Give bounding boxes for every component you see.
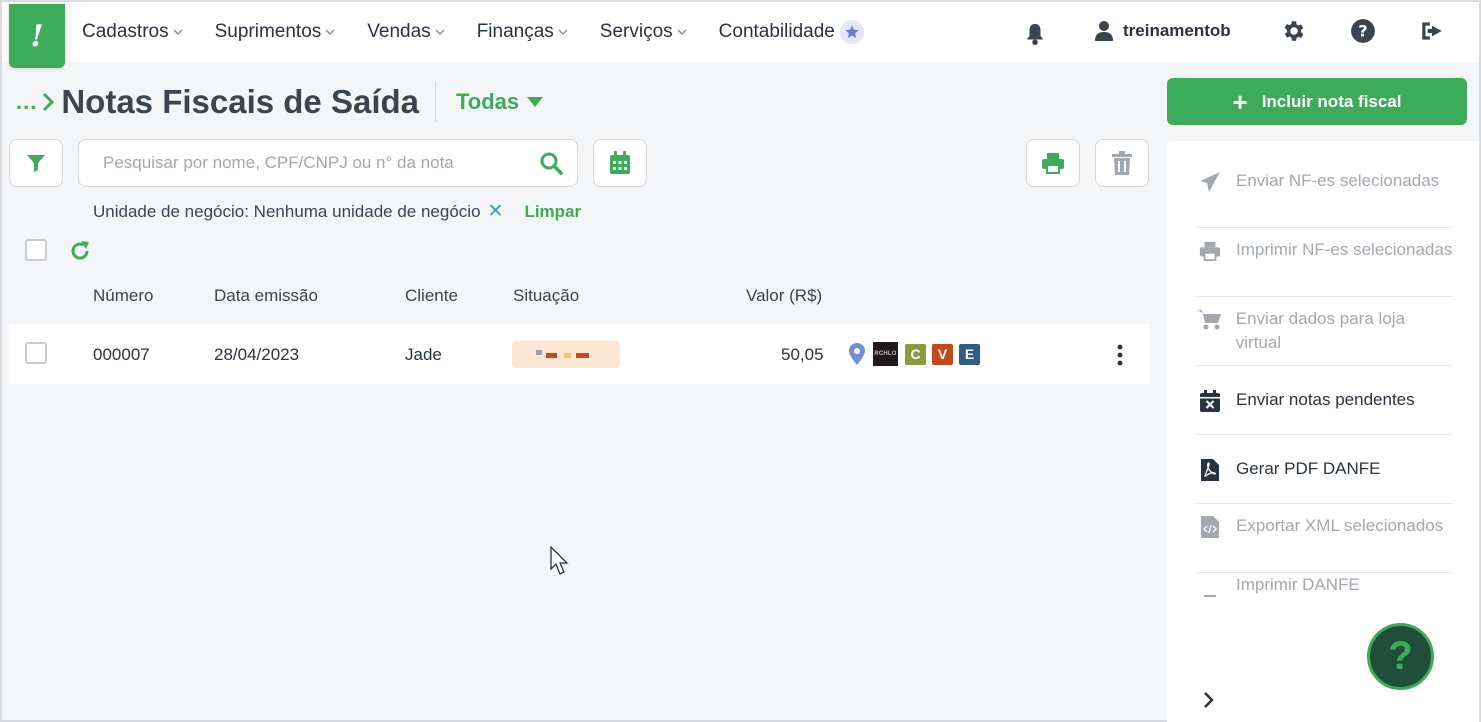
badge-v[interactable]: V: [932, 343, 953, 365]
column-header-situacao[interactable]: Situação: [513, 286, 579, 306]
nav-item-cadastros[interactable]: Cadastros: [82, 21, 183, 43]
mouse-cursor-icon: [550, 546, 569, 575]
nav-item-vendas[interactable]: Vendas: [367, 21, 445, 43]
chevron-down-icon: [435, 29, 445, 35]
cell-data-emissao: 28/04/2023: [214, 345, 300, 364]
chevron-right-icon[interactable]: [1202, 690, 1216, 710]
side-item-enviar-nfes[interactable]: Enviar NF-es selecionadas: [1197, 169, 1453, 193]
svg-text:?: ?: [1358, 21, 1367, 40]
date-filter-button[interactable]: [593, 139, 647, 187]
printer-icon: [1042, 153, 1064, 174]
paper-plane-icon: [1197, 169, 1223, 193]
row-checkbox[interactable]: [25, 342, 47, 364]
side-item-loja-virtual[interactable]: Enviar dados para loja virtual: [1197, 307, 1453, 355]
caret-down-icon: [527, 97, 544, 107]
filter-button[interactable]: [9, 139, 63, 187]
top-bar: ! Cadastros Suprimentos Vendas Finanças …: [2, 2, 1479, 68]
kebab-menu-icon[interactable]: [1117, 344, 1123, 366]
status-badge: [512, 341, 620, 368]
refresh-icon[interactable]: [68, 239, 92, 268]
badge-c[interactable]: C: [905, 343, 926, 365]
business-unit-filter-chip: Unidade de negócio: Nenhuma unidade de n…: [93, 200, 582, 223]
cell-valor: 50,05: [781, 345, 824, 364]
gear-icon[interactable]: [1281, 18, 1307, 44]
side-item-imprimir-nfes[interactable]: Imprimir NF-es selecionadas: [1197, 238, 1453, 262]
search-input[interactable]: [103, 153, 539, 173]
user-icon: [1095, 21, 1113, 41]
side-item-imprimir-danfe[interactable]: Imprimir DANFE: [1197, 573, 1453, 597]
nav-item-financas[interactable]: Finanças: [477, 21, 568, 43]
remove-filter-icon[interactable]: ✕: [488, 200, 504, 223]
clear-filters-link[interactable]: Limpar: [524, 202, 581, 222]
logout-icon[interactable]: [1419, 18, 1445, 44]
nav-item-suprimentos[interactable]: Suprimentos: [215, 21, 336, 43]
code-file-icon: [1197, 514, 1223, 538]
title-divider: [435, 82, 436, 122]
user-name: treinamentob: [1123, 21, 1231, 40]
cart-icon: [1197, 307, 1223, 331]
pdf-file-icon: [1197, 457, 1223, 481]
select-all-checkbox[interactable]: [25, 239, 47, 261]
table-row[interactable]: 000007 28/04/2023 Jade 50,05 RCHLO C V E: [9, 324, 1149, 384]
star-icon: [839, 20, 864, 44]
search-icon[interactable]: [539, 151, 563, 175]
calendar-icon: [610, 151, 630, 174]
chevron-down-icon: [325, 29, 335, 35]
chevron-down-icon: [677, 29, 687, 35]
calendar-x-icon: [1197, 388, 1223, 412]
cell-cliente: Jade: [405, 345, 442, 364]
actions-side-panel: Enviar NF-es selecionadas Imprimir NF-es…: [1167, 141, 1479, 722]
print-button[interactable]: [1026, 139, 1080, 187]
side-item-gerar-pdf[interactable]: Gerar PDF DANFE: [1197, 457, 1453, 481]
column-header-data-emissao[interactable]: Data emissão: [214, 286, 318, 306]
printer-icon: [1197, 238, 1223, 262]
badge-e[interactable]: E: [959, 343, 980, 365]
side-item-notas-pendentes[interactable]: Enviar notas pendentes: [1197, 388, 1453, 412]
plus-icon: +: [1232, 86, 1248, 117]
main-nav: Cadastros Suprimentos Vendas Finanças Se…: [82, 2, 896, 62]
column-header-cliente[interactable]: Cliente: [405, 286, 458, 306]
nav-item-servicos[interactable]: Serviços: [600, 21, 687, 43]
printer-icon: [1197, 573, 1223, 597]
map-pin-icon[interactable]: [849, 343, 865, 365]
cell-numero: 000007: [93, 345, 150, 364]
chevron-right-icon: [43, 92, 55, 112]
row-badges: RCHLO C V E: [849, 342, 986, 366]
delete-button[interactable]: [1095, 139, 1149, 187]
column-header-valor[interactable]: Valor (R$): [746, 286, 822, 306]
bell-icon[interactable]: [1022, 21, 1048, 47]
search-box: [78, 139, 578, 187]
user-menu[interactable]: treinamentob: [1094, 20, 1231, 42]
chevron-down-icon: [558, 29, 568, 35]
status-filter-dropdown[interactable]: Todas: [456, 89, 544, 115]
help-circle-icon[interactable]: ?: [1350, 18, 1376, 44]
store-logo-badge[interactable]: RCHLO: [873, 342, 898, 366]
breadcrumb-dots[interactable]: ...: [16, 89, 37, 115]
chevron-down-icon: [173, 29, 183, 35]
side-item-exportar-xml[interactable]: Exportar XML selecionados: [1197, 514, 1453, 538]
breadcrumb: ... Notas Fiscais de Saída Todas: [16, 82, 544, 122]
filter-icon: [27, 155, 45, 172]
page-title: Notas Fiscais de Saída: [61, 83, 419, 120]
nav-item-contabilidade[interactable]: Contabilidade: [719, 20, 864, 44]
app-logo[interactable]: !: [9, 4, 65, 68]
include-invoice-button[interactable]: + Incluir nota fiscal: [1167, 78, 1467, 125]
trash-icon: [1112, 151, 1132, 175]
help-chat-button[interactable]: ?: [1367, 623, 1434, 690]
column-header-numero[interactable]: Número: [93, 286, 153, 306]
